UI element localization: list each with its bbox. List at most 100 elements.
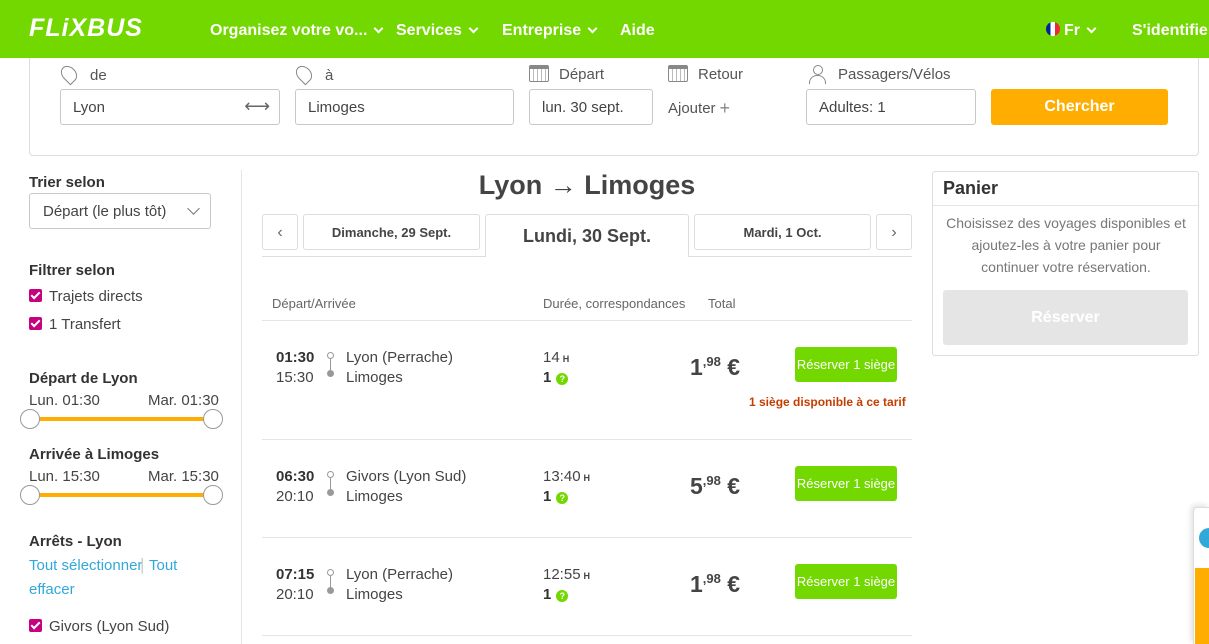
cart-reserve-button[interactable]: Réserver [943, 290, 1188, 345]
arrival-min-handle[interactable] [20, 485, 40, 505]
clear-all-link-line2[interactable]: effacer [29, 581, 75, 598]
price-currency: € [727, 354, 741, 380]
location-pin-icon [292, 62, 316, 86]
duration-unit: H [583, 571, 591, 581]
departure-station: Lyon (Perrache) [346, 566, 453, 583]
language-selector[interactable]: Fr [1046, 22, 1097, 40]
cart-title: Panier [933, 172, 1198, 206]
nav-organise-trip-label: Organisez votre vo... [210, 22, 368, 39]
clear-all-link-line1[interactable]: Tout [149, 557, 177, 574]
book-seat-button[interactable]: Réserver 1 siège [795, 564, 897, 599]
price-decimal: ,98 [702, 473, 721, 488]
col-header-duration: Durée, correspondances [543, 296, 686, 311]
nav-aide-label: Aide [620, 22, 655, 39]
chevron-down-icon [373, 23, 384, 34]
departure-min-handle[interactable] [20, 409, 40, 429]
from-input-value: Lyon [73, 99, 105, 116]
calendar-icon [668, 65, 688, 82]
return-add-link[interactable]: Ajouter + [668, 97, 730, 118]
from-label-text: de [90, 67, 107, 84]
info-icon[interactable]: ? [556, 492, 569, 504]
nav-entreprise-label: Entreprise [502, 22, 582, 39]
stop-givors-checkbox[interactable]: Givors (Lyon Sud) [29, 618, 169, 635]
departure-max-label: Mar. 01:30 [148, 392, 219, 409]
nav-organise-trip[interactable]: Organisez votre vo... [210, 22, 384, 40]
book-seat-button[interactable]: Réserver 1 siège [795, 466, 897, 501]
checkbox-checked-icon [29, 619, 42, 632]
nav-services[interactable]: Services [396, 22, 479, 40]
price-integer: 5 [690, 473, 703, 499]
sort-title: Trier selon [29, 174, 105, 191]
trip-duration-value: 12:55 [543, 566, 581, 583]
arrival-time: 15:30 [276, 369, 314, 386]
results-header-divider [262, 320, 912, 321]
location-pin-icon [57, 62, 81, 86]
sort-select[interactable]: Départ (le plus tôt) [29, 193, 211, 229]
login-link[interactable]: S'identifier [1132, 22, 1209, 40]
filter-direct-checkbox[interactable]: Trajets directs [29, 288, 143, 305]
return-label: Retour [668, 65, 743, 83]
date-tab-next[interactable]: Mardi, 1 Oct. [694, 214, 871, 250]
next-day-button[interactable]: › [876, 214, 912, 250]
departure-time: 07:15 [276, 566, 315, 583]
chevron-down-icon [587, 23, 598, 34]
cart-panel: Panier Choisissez des voyages disponible… [932, 171, 1199, 356]
french-flag-icon [1046, 22, 1060, 36]
trip-duration-value: 14 [543, 349, 560, 366]
search-button[interactable]: Chercher [991, 89, 1168, 125]
select-all-link[interactable]: Tout sélectionner [29, 557, 142, 574]
chevron-down-icon [468, 23, 479, 34]
nav-entreprise[interactable]: Entreprise [502, 22, 598, 40]
nav-aide[interactable]: Aide [620, 22, 655, 40]
from-label: de [57, 62, 107, 86]
widget-strip [1195, 568, 1209, 644]
price-currency: € [727, 473, 741, 499]
passengers-input[interactable]: Adultes: 1 [806, 89, 976, 125]
departure-station: Lyon (Perrache) [346, 349, 453, 366]
filter-title: Filtrer selon [29, 262, 115, 279]
departure-max-handle[interactable] [203, 409, 223, 429]
price-decimal: ,98 [702, 571, 721, 586]
book-seat-button[interactable]: Réserver 1 siège [795, 347, 897, 382]
depart-date-input[interactable]: lun. 30 sept. [529, 89, 653, 125]
prev-day-button[interactable]: ‹ [262, 214, 298, 250]
swap-icon[interactable]: ⟷ [244, 96, 270, 117]
transfer-count: 1? [543, 586, 569, 603]
duration-unit: H [583, 473, 591, 483]
route-title: Lyon → Limoges [478, 170, 696, 200]
info-icon[interactable]: ? [556, 373, 569, 385]
date-tab-active[interactable]: Lundi, 30 Sept. [485, 214, 689, 257]
flixbus-logo[interactable]: FLiXBUS [29, 14, 143, 43]
person-icon [808, 65, 826, 84]
depart-label: Départ [529, 65, 604, 83]
trip-duration-value: 13:40 [543, 468, 581, 485]
to-label-text: à [325, 67, 334, 84]
stops-title: Arrêts - Lyon [29, 533, 122, 550]
return-add-text: Ajouter [668, 100, 716, 117]
cart-empty-text: Choisissez des voyages disponibles et aj… [946, 215, 1186, 275]
side-feedback-widget[interactable] [1193, 507, 1209, 644]
to-input[interactable]: Limoges [295, 89, 514, 125]
info-icon[interactable]: ? [556, 590, 569, 602]
passengers-label: Passagers/Vélos [808, 65, 951, 84]
seat-availability-note: 1 siège disponible à ce tarif [749, 395, 906, 409]
departure-min-label: Lun. 01:30 [29, 392, 100, 409]
transfer-count: 1? [543, 369, 569, 386]
transfer-count-value: 1 [543, 586, 552, 603]
from-input[interactable]: Lyon ⟷ [60, 89, 280, 125]
checkbox-checked-icon [29, 289, 42, 302]
trip-duration: 12:55 H [543, 566, 590, 583]
filter-transfer-label: 1 Transfert [49, 316, 121, 333]
chevron-down-icon [1086, 23, 1097, 34]
price-integer: 1 [690, 354, 703, 380]
passengers-value: Adultes: 1 [819, 99, 886, 116]
link-separator: | [140, 555, 145, 574]
arrival-max-handle[interactable] [203, 485, 223, 505]
results-row-divider [262, 537, 912, 538]
arrival-time: 20:10 [276, 586, 314, 603]
date-tab-prev[interactable]: Dimanche, 29 Sept. [303, 214, 480, 250]
results-row-divider [262, 635, 912, 636]
filter-transfer-checkbox[interactable]: 1 Transfert [29, 316, 121, 333]
trip-duration: 14 H [543, 349, 569, 366]
departure-station: Givors (Lyon Sud) [346, 468, 467, 485]
